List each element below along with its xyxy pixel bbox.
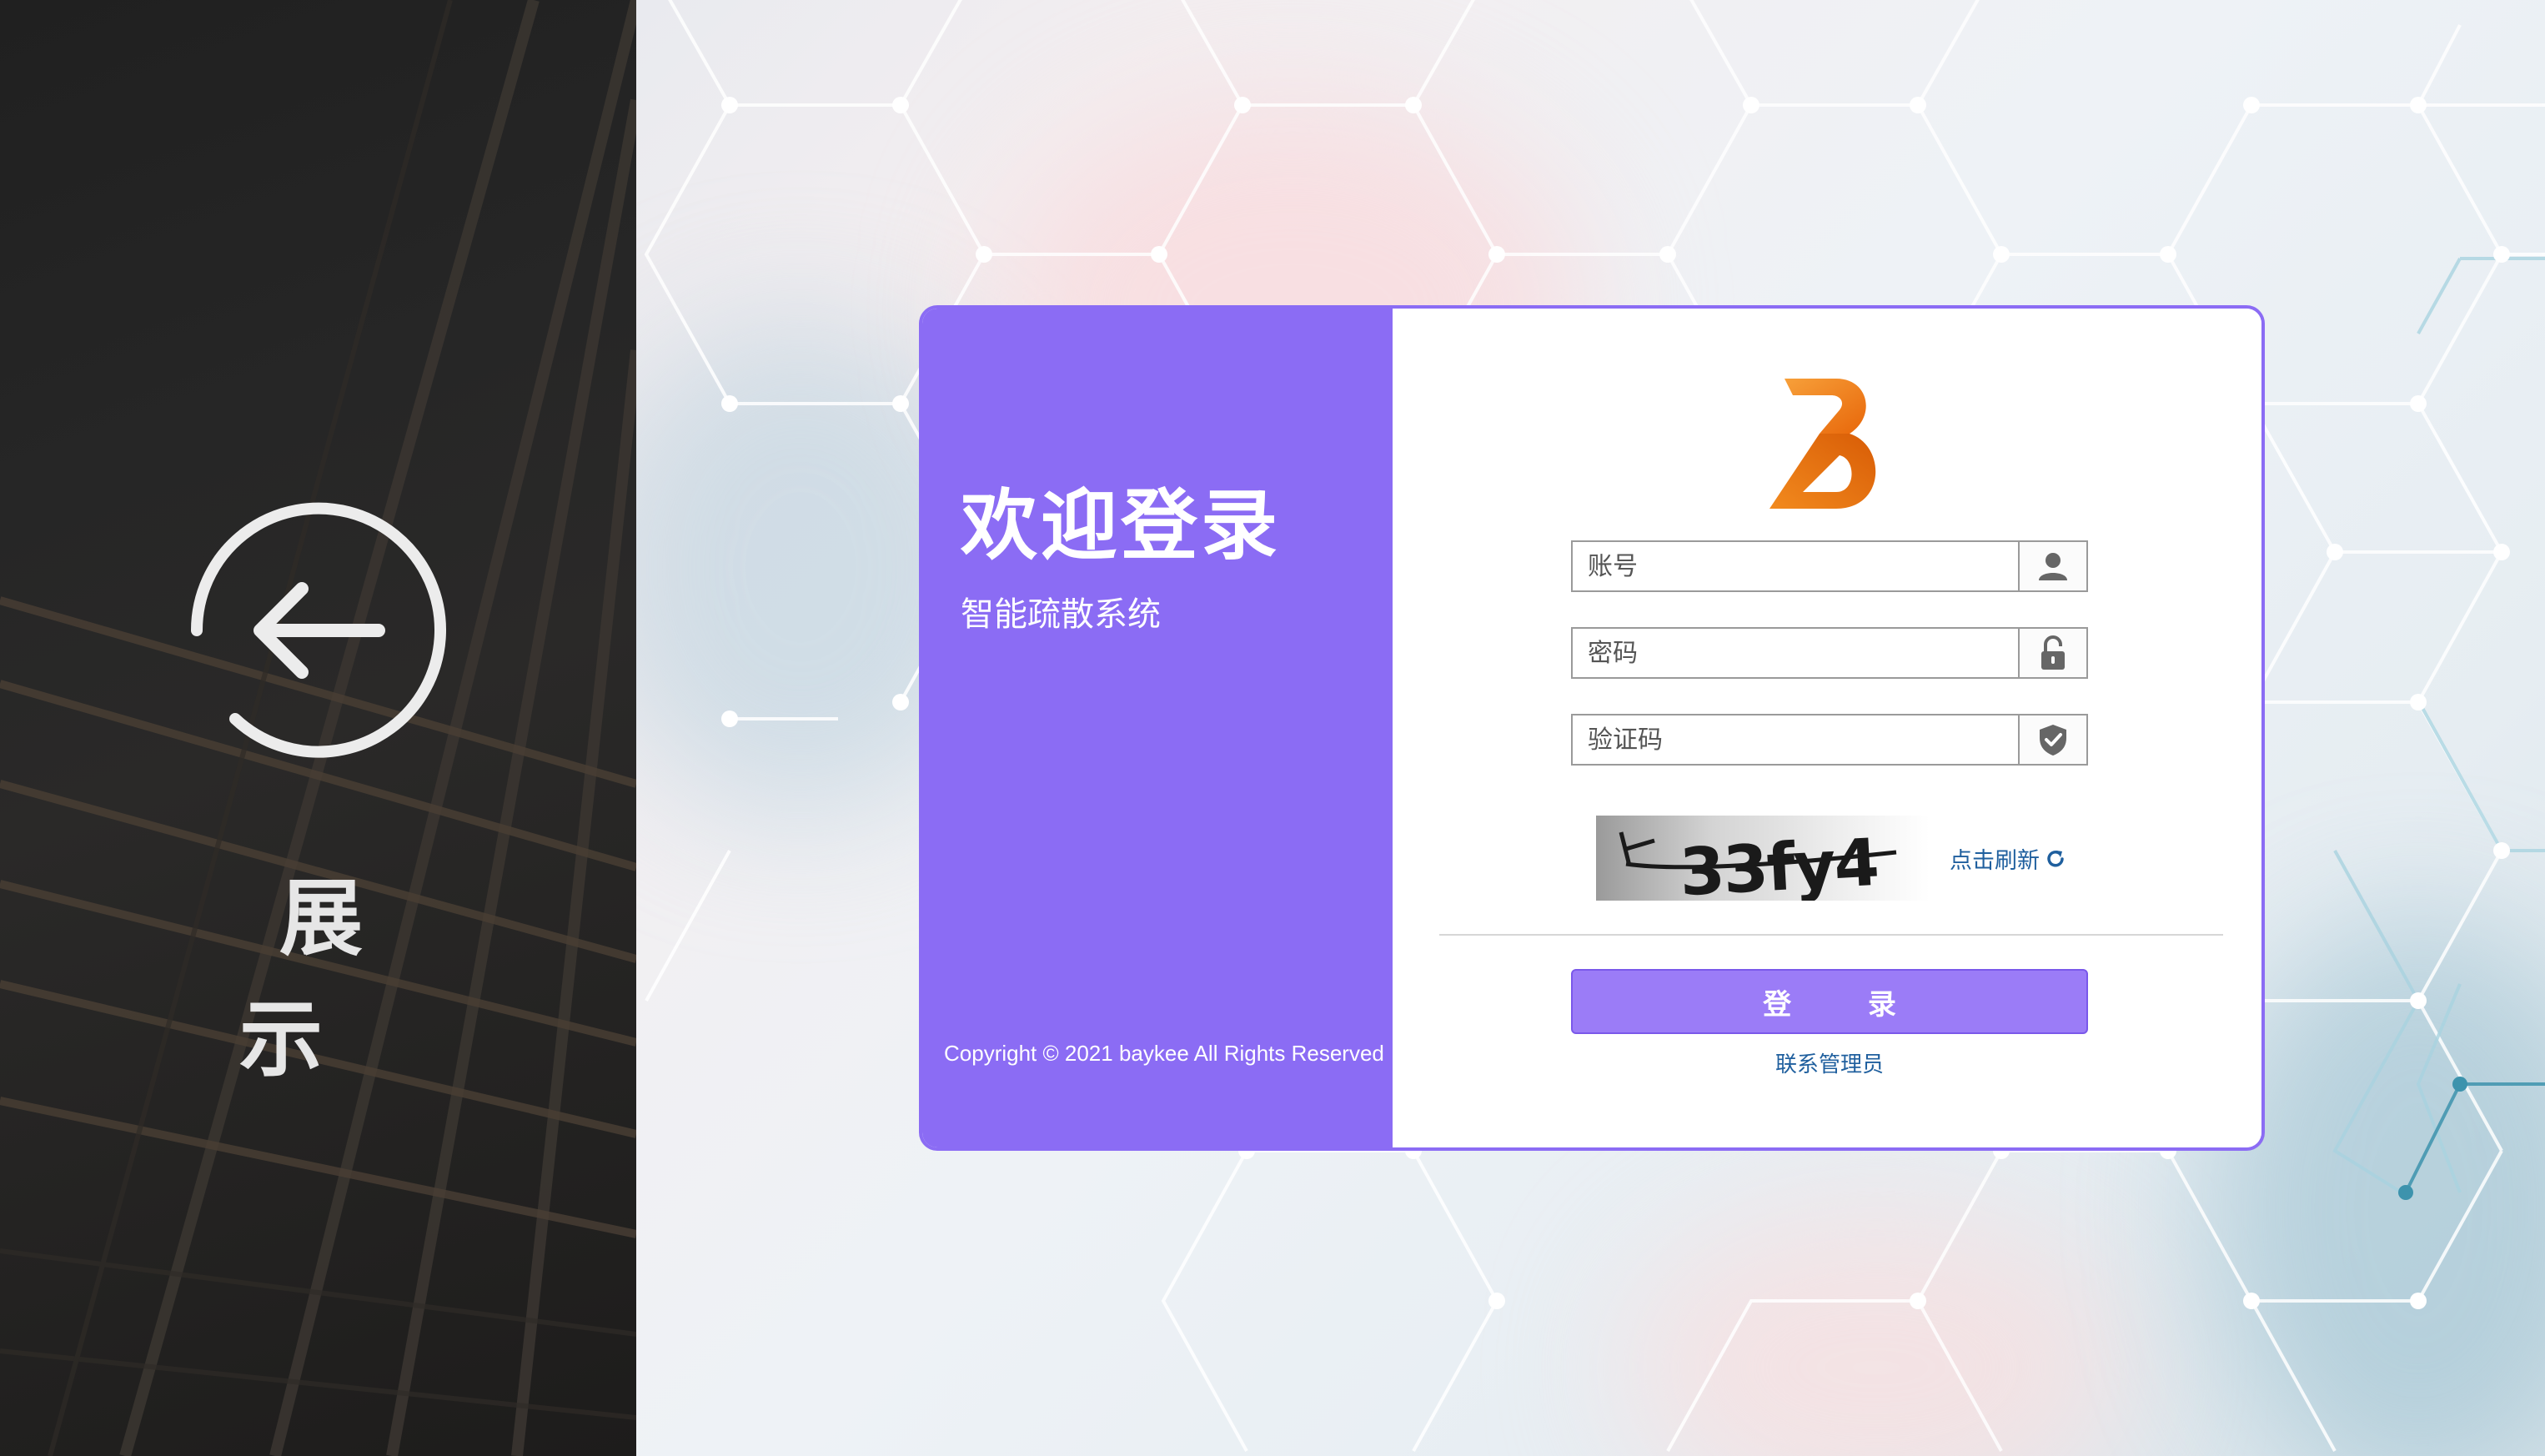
back-label: 展 示 — [239, 870, 443, 1088]
system-name: 智能疏散系统 — [961, 595, 1161, 634]
login-card: 欢迎登录 智能疏散系统 Copyright © 2021 baykee All … — [922, 309, 2261, 1147]
account-input[interactable] — [1573, 542, 2018, 590]
login-button[interactable]: 登 录 — [1571, 969, 2088, 1034]
welcome-title: 欢迎登录 — [961, 481, 1282, 570]
captcha-image[interactable]: 33fy4 — [1596, 816, 1930, 901]
login-page: 展 示 欢迎登录 智能疏散系统 Copyright © 2021 baykee … — [0, 0, 2545, 1456]
shield-check-icon — [2040, 725, 2066, 756]
back-button[interactable] — [187, 499, 450, 762]
form-divider — [1439, 934, 2223, 936]
contact-admin-link[interactable]: 联系管理员 — [1571, 1047, 2088, 1078]
login-form-panel: 33fy4 点击刷新 登 录 联系管理员 — [1393, 309, 2261, 1147]
side-panel: 展 示 — [0, 0, 636, 1456]
refresh-icon — [2047, 850, 2064, 866]
brand-logo — [1769, 379, 1876, 509]
captcha-field — [1571, 714, 2088, 766]
user-icon — [2039, 553, 2067, 580]
refresh-captcha-link[interactable]: 点击刷新 — [1950, 842, 2066, 875]
copyright-text: Copyright © 2021 baykee All Rights Reser… — [944, 1041, 1384, 1066]
refresh-label: 点击刷新 — [1950, 848, 2040, 874]
password-field — [1571, 627, 2088, 679]
password-addon — [2018, 629, 2086, 677]
captcha-text: 33fy4 — [1678, 826, 1880, 901]
back-arrow-circle-icon — [191, 502, 446, 758]
account-addon — [2018, 542, 2086, 590]
password-input[interactable] — [1573, 629, 2018, 677]
welcome-panel: 欢迎登录 智能疏散系统 Copyright © 2021 baykee All … — [922, 309, 1393, 1147]
captcha-input[interactable] — [1573, 715, 2018, 764]
captcha-addon — [2018, 715, 2086, 764]
lock-icon — [2041, 635, 2065, 670]
account-field — [1571, 540, 2088, 592]
